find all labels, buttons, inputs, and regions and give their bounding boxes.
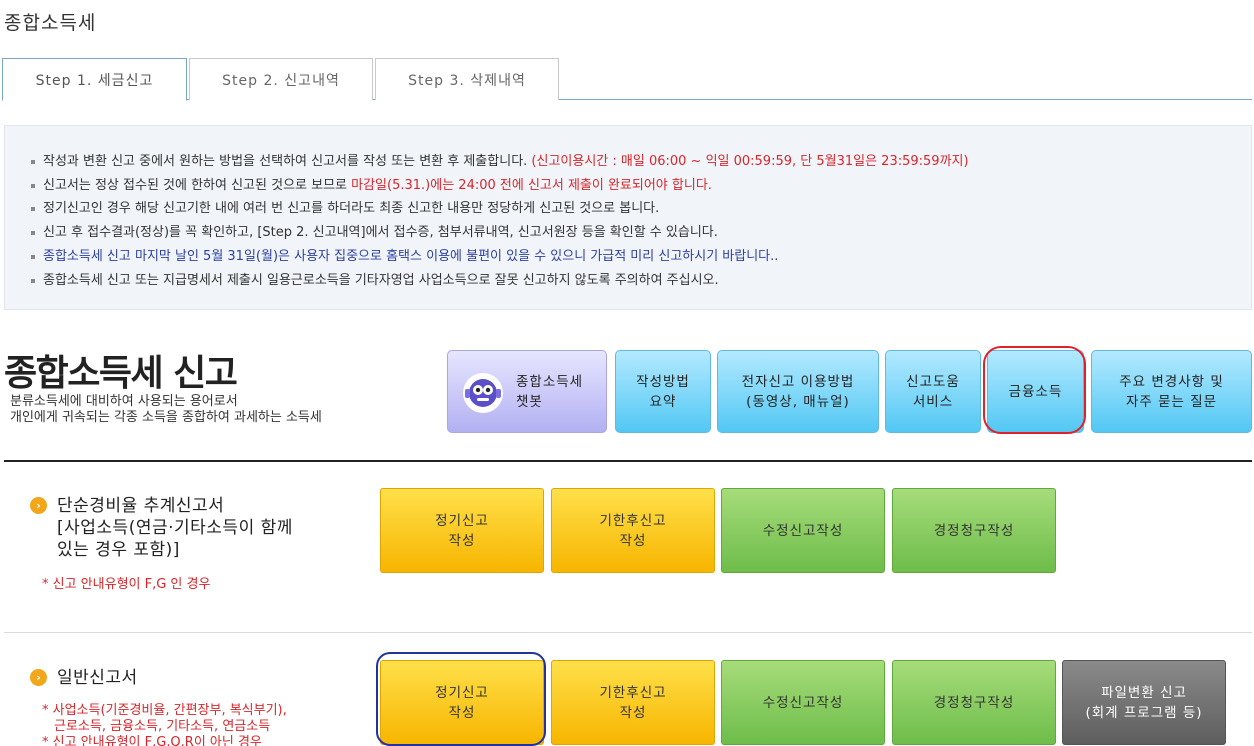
financial-income-button[interactable]: 금융소득: [987, 350, 1084, 433]
section-description: 분류소득세에 대비하여 사용되는 용어로서 개인에게 귀속되는 각종 소득을 종…: [10, 394, 322, 425]
guide-summary-button[interactable]: 작성방법 요약: [615, 350, 711, 433]
chatbot-button[interactable]: 종합소득세 챗봇: [447, 350, 607, 433]
tab-step3[interactable]: Step 3. 삭제내역: [375, 58, 559, 100]
notice-item: 종합소득세 신고 또는 지급명세서 제출시 일용근로소득을 기타자영업 사업소득…: [29, 269, 969, 293]
general-amend-button[interactable]: 수정신고작성: [721, 660, 885, 745]
divider: [4, 632, 1252, 633]
simple-late-filing-button[interactable]: 기한후신고 작성: [551, 488, 715, 573]
chatbot-icon: [463, 372, 503, 413]
section-title-simple: 단순경비율 추계신고서 [사업소득(연금·기타소득이 함께 있는 경우 포함)]: [57, 496, 293, 560]
section-title-general: 일반신고서: [57, 668, 138, 688]
esubmit-guide-button[interactable]: 전자신고 이용방법 (동영상, 매뉴얼): [717, 350, 879, 433]
step-tabs: Step 1. 세금신고 Step 2. 신고내역 Step 3. 삭제내역: [2, 57, 1252, 101]
notice-item: 종합소득세 신고 마지막 날인 5월 31일(월)은 사용자 집중으로 홈택스 …: [29, 245, 969, 269]
file-conversion-button[interactable]: 파일변환 신고 (회계 프로그램 등): [1062, 660, 1226, 745]
general-claim-button[interactable]: 경정청구작성: [892, 660, 1056, 745]
arrow-right-icon: ›: [30, 669, 47, 686]
general-late-filing-button[interactable]: 기한후신고 작성: [551, 660, 715, 745]
section-heading: 종합소득세 신고: [4, 353, 238, 394]
tab-step1[interactable]: Step 1. 세금신고: [2, 58, 187, 101]
notice-item: 신고서는 정상 접수된 것에 한하여 신고된 것으로 보므로 마감일(5.31.…: [29, 174, 969, 198]
simple-claim-button[interactable]: 경정청구작성: [892, 488, 1056, 573]
notice-item: 신고 후 접수결과(정상)를 꼭 확인하고, [Step 2. 신고내역]에서 …: [29, 221, 969, 245]
faq-button[interactable]: 주요 변경사항 및 자주 묻는 질문: [1091, 350, 1252, 433]
filing-help-button[interactable]: 신고도움 서비스: [885, 350, 981, 433]
notice-item: 작성과 변환 신고 중에서 원하는 방법을 선택하여 신고서를 작성 또는 변환…: [29, 150, 969, 174]
tab-step2[interactable]: Step 2. 신고내역: [189, 58, 373, 100]
notice-box: 작성과 변환 신고 중에서 원하는 방법을 선택하여 신고서를 작성 또는 변환…: [4, 125, 1252, 310]
page-title: 종합소득세: [4, 12, 97, 34]
notice-item: 정기신고인 경우 해당 신고기한 내에 여러 번 신고를 하더라도 최종 신고한…: [29, 197, 969, 221]
divider: [4, 460, 1252, 462]
simple-regular-filing-button[interactable]: 정기신고 작성: [380, 488, 544, 573]
section-note: * 신고 안내유형이 F,G 인 경우: [42, 577, 211, 592]
section-note: * 사업소득(기준경비율, 간편장부, 복식부기), 근로소득, 금융소득, 기…: [42, 703, 287, 746]
simple-amend-button[interactable]: 수정신고작성: [721, 488, 885, 573]
general-regular-filing-button[interactable]: 정기신고 작성: [380, 660, 544, 745]
arrow-right-icon: ›: [30, 497, 47, 514]
